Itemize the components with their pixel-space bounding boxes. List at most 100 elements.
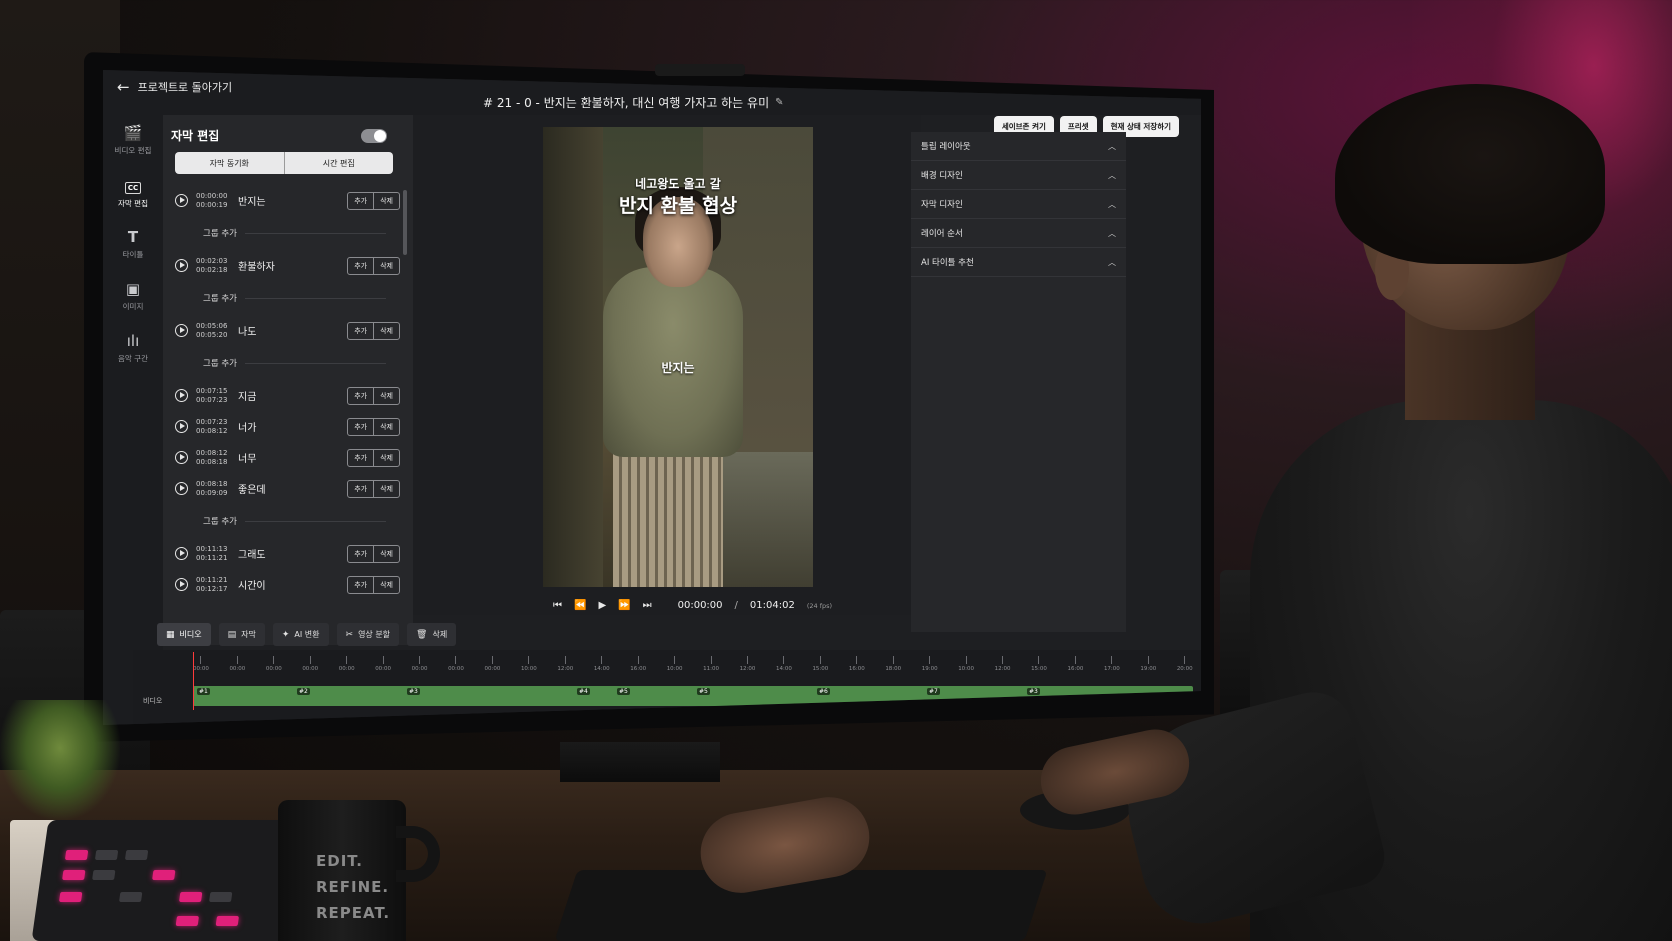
play-circle-icon[interactable]	[175, 259, 188, 272]
accordion-subtitle-design[interactable]: 자막 디자인 ︿	[911, 190, 1126, 219]
delete-row-button[interactable]: 삭제	[373, 192, 399, 209]
video-track-button[interactable]: ▦ 비디오	[157, 623, 211, 646]
delete-button[interactable]: 🗑 삭제	[407, 623, 457, 646]
clip-marker[interactable]: #6	[817, 688, 830, 695]
subtitle-track-button[interactable]: ▤ 자막	[218, 623, 265, 646]
playhead[interactable]	[193, 652, 194, 710]
rail-item-image[interactable]: ▣ 이미지	[103, 271, 163, 323]
clip-marker[interactable]: #3	[407, 688, 420, 695]
play-circle-icon[interactable]	[175, 482, 188, 495]
title-caption-small[interactable]: 네고왕도 울고 갈	[543, 175, 813, 192]
delete-row-button[interactable]: 삭제	[373, 418, 399, 435]
accordion-clip-layout[interactable]: 틀립 레이아웃 ︿	[911, 132, 1126, 161]
clip-marker[interactable]: #1	[197, 688, 210, 695]
subtitle-row[interactable]: 00:07:23 00:08:12 너가 추가 삭제	[175, 411, 400, 442]
back-to-projects-button[interactable]: ← 프로젝트로 돌아가기	[117, 78, 232, 96]
toggle-knob	[374, 130, 386, 142]
subtitle-row[interactable]: 00:07:15 00:07:23 지금 추가 삭제	[175, 380, 400, 411]
split-video-button[interactable]: ✂ 영상 분할	[336, 623, 400, 646]
group-add-divider[interactable]: 그룹 추가	[175, 216, 400, 250]
pencil-icon[interactable]: ✎	[775, 97, 783, 108]
play-circle-icon[interactable]	[175, 578, 188, 591]
ruler-tick: 17:00	[1104, 656, 1120, 678]
subtitle-caption[interactable]: 반지는	[543, 359, 813, 376]
subtitle-text[interactable]: 시간이	[238, 577, 347, 592]
clip-marker[interactable]: #5	[617, 688, 630, 695]
fast-forward-icon[interactable]: ⏩	[618, 600, 630, 611]
delete-row-button[interactable]: 삭제	[373, 322, 399, 339]
delete-row-button[interactable]: 삭제	[373, 387, 399, 404]
clip-marker[interactable]: #2	[297, 688, 310, 695]
project-title[interactable]: # 21 - 0 - 반지는 환불하자, 대신 여행 가자고 하는 유미 ✎	[483, 94, 784, 111]
delete-row-button[interactable]: 삭제	[373, 545, 399, 562]
mug-line: REFINE.	[316, 878, 390, 896]
play-circle-icon[interactable]	[175, 389, 188, 402]
tab-time-edit[interactable]: 시간 편집	[283, 152, 393, 174]
group-add-divider[interactable]: 그룹 추가	[175, 346, 400, 380]
rail-item-video-edit[interactable]: 🎬 비디오 편집	[103, 115, 163, 167]
subtitle-text[interactable]: 좋은데	[238, 481, 347, 496]
add-button[interactable]: 추가	[348, 193, 373, 209]
subtitle-row[interactable]: 00:11:21 00:12:17 시간이 추가 삭제	[175, 569, 400, 600]
add-button[interactable]: 추가	[348, 323, 373, 339]
clip-marker[interactable]: #3	[1027, 688, 1040, 695]
ruler-tick: 00:00	[412, 656, 428, 678]
add-button[interactable]: 추가	[348, 258, 373, 274]
subtitle-row[interactable]: 00:11:13 00:11:21 그래도 추가 삭제	[175, 538, 400, 569]
add-button[interactable]: 추가	[348, 577, 373, 593]
accordion-layer-order[interactable]: 레이어 순서 ︿	[911, 219, 1126, 248]
play-circle-icon[interactable]	[175, 420, 188, 433]
subtitle-row[interactable]: 00:05:06 00:05:20 나도 추가 삭제	[175, 315, 400, 346]
subtitle-row[interactable]: 00:00:00 00:00:19 반지는 추가 삭제	[175, 185, 400, 216]
row-actions: 추가 삭제	[347, 575, 400, 594]
subtitle-row[interactable]: 00:08:12 00:08:18 너무 추가 삭제	[175, 442, 400, 473]
timeline-ruler[interactable]: 00:00 00:00 00:00 00:00 00:00 00:00 00:00 00:00…	[193, 656, 1193, 678]
subtitle-text[interactable]: 지금	[238, 388, 347, 403]
ai-convert-button[interactable]: ✦ AI 변환	[272, 623, 329, 646]
clip-marker[interactable]: #4	[577, 688, 590, 695]
play-icon[interactable]: ▶	[598, 600, 606, 611]
fps-label: (24 fps)	[806, 601, 833, 610]
subtitle-text[interactable]: 너가	[238, 419, 347, 434]
play-circle-icon[interactable]	[175, 547, 188, 560]
play-circle-icon[interactable]	[175, 324, 188, 337]
play-circle-icon[interactable]	[175, 194, 188, 207]
accordion-ai-title[interactable]: AI 타이틀 추천 ︿	[911, 248, 1126, 277]
add-button[interactable]: 추가	[348, 388, 373, 404]
scrollbar[interactable]	[403, 190, 407, 255]
subtitle-text[interactable]: 너무	[238, 450, 347, 465]
tab-subtitle-sync[interactable]: 자막 동기화	[175, 152, 284, 174]
group-add-divider[interactable]: 그룹 추가	[175, 504, 400, 538]
subtitle-text[interactable]: 그래도	[238, 546, 347, 561]
subtitle-row[interactable]: 00:02:03 00:02:18 환불하자 추가 삭제	[175, 250, 400, 281]
add-button[interactable]: 추가	[348, 546, 373, 562]
ruler-tick: 00:00	[229, 656, 245, 678]
subtitle-times: 00:11:21 00:12:17	[196, 576, 236, 594]
title-caption-big[interactable]: 반지 환불 협상	[543, 191, 813, 218]
add-button[interactable]: 추가	[348, 481, 373, 497]
delete-row-button[interactable]: 삭제	[373, 576, 399, 593]
subtitle-text[interactable]: 나도	[238, 323, 347, 338]
rail-label: 비디오 편집	[114, 146, 152, 155]
subtitle-text[interactable]: 반지는	[238, 193, 347, 208]
add-button[interactable]: 추가	[348, 450, 373, 466]
delete-row-button[interactable]: 삭제	[373, 449, 399, 466]
subtitle-row[interactable]: 00:08:18 00:09:09 좋은데 추가 삭제	[175, 473, 400, 504]
delete-row-button[interactable]: 삭제	[373, 257, 399, 274]
play-circle-icon[interactable]	[175, 451, 188, 464]
delete-row-button[interactable]: 삭제	[373, 480, 399, 497]
subtitle-toggle[interactable]	[361, 129, 387, 143]
rail-item-music[interactable]: ılı 음악 구간	[103, 323, 163, 375]
rail-item-subtitle-edit[interactable]: CC 자막 편집	[103, 167, 163, 219]
skip-start-icon[interactable]: ⏮	[553, 600, 562, 611]
rewind-icon[interactable]: ⏪	[574, 600, 586, 611]
accordion-background-design[interactable]: 배경 디자인 ︿	[911, 161, 1126, 190]
add-button[interactable]: 추가	[348, 419, 373, 435]
clip-marker[interactable]: #5	[697, 688, 710, 695]
clip-marker[interactable]: #7	[927, 688, 940, 695]
skip-end-icon[interactable]: ⏭	[643, 600, 652, 611]
group-add-divider[interactable]: 그룹 추가	[175, 281, 400, 315]
subtitle-text[interactable]: 환불하자	[238, 258, 347, 273]
rail-item-title[interactable]: T 타이틀	[103, 219, 163, 271]
video-preview[interactable]: 네고왕도 울고 갈 반지 환불 협상 반지는	[543, 127, 813, 587]
